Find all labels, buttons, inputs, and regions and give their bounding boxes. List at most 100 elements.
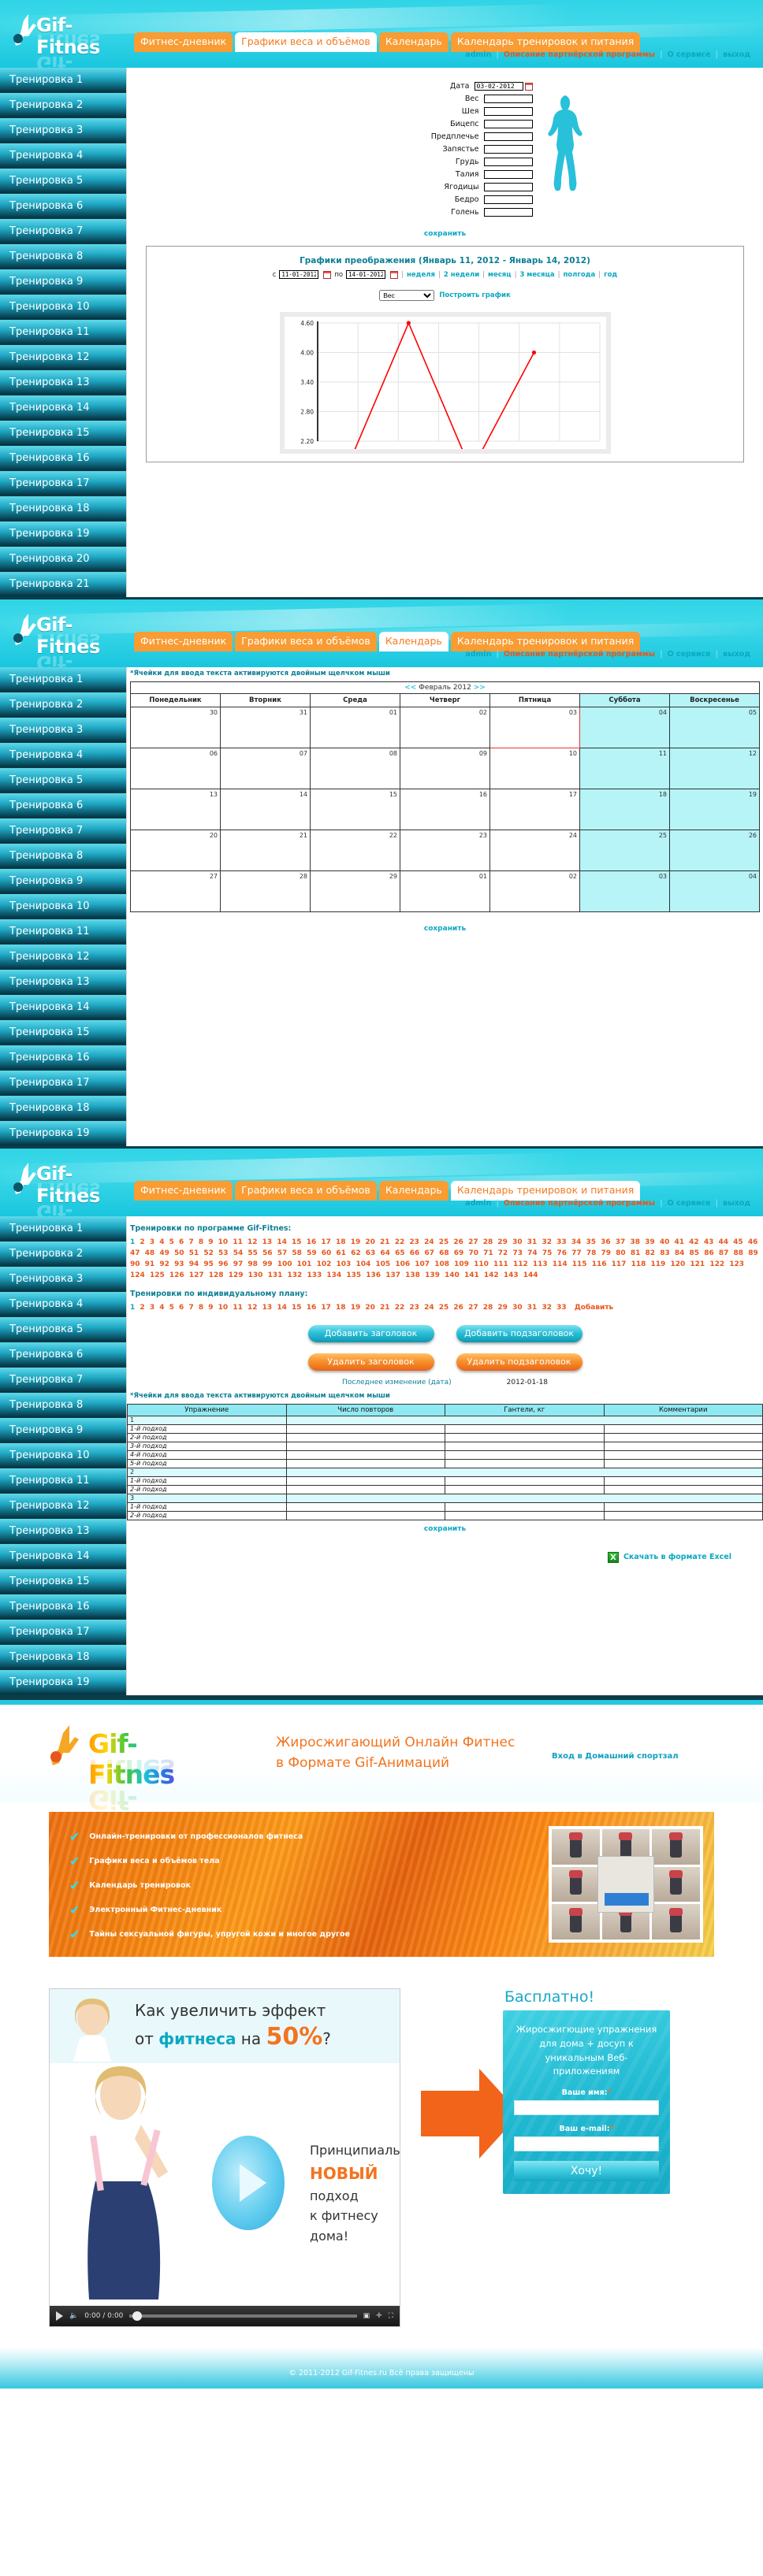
exercise-cell[interactable] bbox=[285, 1449, 445, 1460]
training-number-20[interactable]: 20 bbox=[365, 1304, 375, 1312]
exercise-set-label[interactable]: 2-й подход bbox=[127, 1510, 287, 1520]
calendar-day-cell[interactable]: 04 bbox=[579, 707, 670, 748]
sidebar-item-training-8[interactable]: Тренировка 8 bbox=[0, 244, 126, 269]
table-row[interactable]: 1-й подход bbox=[127, 1475, 763, 1486]
training-number-62[interactable]: 62 bbox=[351, 1249, 361, 1257]
tab-calendar[interactable]: Календарь bbox=[378, 632, 448, 651]
calendar-day-cell[interactable]: 15 bbox=[310, 789, 400, 830]
exercise-set-label[interactable]: 4-й подход bbox=[127, 1449, 287, 1460]
training-number-31[interactable]: 31 bbox=[527, 1238, 538, 1246]
exercise-cell[interactable] bbox=[603, 1475, 763, 1486]
training-number-70[interactable]: 70 bbox=[468, 1249, 478, 1257]
table-row[interactable]: 2-й подход bbox=[127, 1484, 763, 1494]
training-number-96[interactable]: 96 bbox=[218, 1260, 229, 1268]
training-number-84[interactable]: 84 bbox=[675, 1249, 685, 1257]
training-number-103[interactable]: 103 bbox=[337, 1260, 352, 1268]
next-month-arrow[interactable]: >> bbox=[474, 684, 486, 692]
tab-weight-charts[interactable]: Графики веса и объёмов bbox=[235, 632, 377, 651]
training-number-25[interactable]: 25 bbox=[439, 1238, 449, 1246]
training-number-109[interactable]: 109 bbox=[454, 1260, 469, 1268]
training-number-24[interactable]: 24 bbox=[424, 1304, 434, 1312]
sidebar-item-training-6[interactable]: Тренировка 6 bbox=[0, 194, 126, 219]
training-number-23[interactable]: 23 bbox=[409, 1304, 419, 1312]
training-number-64[interactable]: 64 bbox=[380, 1249, 390, 1257]
training-number-116[interactable]: 116 bbox=[592, 1260, 607, 1268]
exercise-cell[interactable] bbox=[285, 1475, 445, 1486]
training-number-14[interactable]: 14 bbox=[277, 1304, 287, 1312]
plus-icon[interactable]: ✛ bbox=[376, 2312, 382, 2320]
tab-fitness-diary[interactable]: Фитнес-дневник bbox=[134, 1181, 233, 1201]
training-number-28[interactable]: 28 bbox=[483, 1238, 493, 1246]
training-number-10[interactable]: 10 bbox=[218, 1304, 229, 1312]
app-logo-1[interactable]: Gif-Fitnes Gif-Fitnes bbox=[11, 9, 129, 68]
sidebar-item-training-18[interactable]: Тренировка 18 bbox=[0, 496, 126, 522]
training-number-56[interactable]: 56 bbox=[262, 1249, 273, 1257]
app-logo-2[interactable]: Gif-Fitnes Gif-Fitnes bbox=[11, 609, 129, 667]
training-number-42[interactable]: 42 bbox=[689, 1238, 699, 1246]
calendar-day-cell[interactable]: 06 bbox=[130, 748, 221, 789]
measure-input-7[interactable] bbox=[483, 170, 533, 179]
sidebar-item-training-14[interactable]: Тренировка 14 bbox=[0, 995, 126, 1020]
sidebar-item-training-6[interactable]: Тренировка 6 bbox=[0, 793, 126, 818]
training-number-144[interactable]: 144 bbox=[523, 1271, 538, 1279]
sidebar-item-training-16[interactable]: Тренировка 16 bbox=[0, 1045, 126, 1071]
calendar-day-cell[interactable]: 02 bbox=[400, 707, 490, 748]
training-number-139[interactable]: 139 bbox=[425, 1271, 440, 1279]
training-number-5[interactable]: 5 bbox=[169, 1238, 174, 1246]
training-number-113[interactable]: 113 bbox=[533, 1260, 548, 1268]
training-number-37[interactable]: 37 bbox=[616, 1238, 626, 1246]
training-number-108[interactable]: 108 bbox=[434, 1260, 449, 1268]
training-number-138[interactable]: 138 bbox=[405, 1271, 420, 1279]
exercise-group-blank[interactable] bbox=[285, 1493, 763, 1503]
training-number-77[interactable]: 77 bbox=[571, 1249, 582, 1257]
calendar-icon[interactable] bbox=[524, 82, 533, 91]
training-number-11[interactable]: 11 bbox=[233, 1238, 243, 1246]
measure-input-4[interactable] bbox=[483, 132, 533, 141]
save-training-link[interactable]: сохранить bbox=[127, 1525, 763, 1533]
sidebar-item-training-8[interactable]: Тренировка 8 bbox=[0, 1393, 126, 1418]
training-number-20[interactable]: 20 bbox=[365, 1238, 375, 1246]
training-number-111[interactable]: 111 bbox=[493, 1260, 508, 1268]
sidebar-item-training-18[interactable]: Тренировка 18 bbox=[0, 1645, 126, 1670]
tab-training-nutrition-calendar[interactable]: Календарь тренировок и питания bbox=[450, 1181, 641, 1201]
training-number-32[interactable]: 32 bbox=[542, 1304, 552, 1312]
training-number-79[interactable]: 79 bbox=[601, 1249, 612, 1257]
training-number-10[interactable]: 10 bbox=[218, 1238, 229, 1246]
training-number-69[interactable]: 69 bbox=[454, 1249, 464, 1257]
table-row[interactable]: 1-й подход bbox=[127, 1501, 763, 1512]
calendar-day-cell[interactable]: 21 bbox=[220, 830, 311, 871]
calendar-day-cell[interactable]: 19 bbox=[669, 789, 760, 830]
training-number-104[interactable]: 104 bbox=[355, 1260, 370, 1268]
exercise-cell[interactable] bbox=[285, 1510, 445, 1520]
popout-icon[interactable]: ▣ bbox=[363, 2312, 370, 2320]
exercise-cell[interactable] bbox=[445, 1423, 605, 1434]
video-progress-bar[interactable] bbox=[129, 2311, 357, 2321]
exercise-set-label[interactable]: 5-й подход bbox=[127, 1458, 287, 1468]
training-number-2[interactable]: 2 bbox=[140, 1238, 144, 1246]
training-number-134[interactable]: 134 bbox=[326, 1271, 341, 1279]
sidebar-item-training-9[interactable]: Тренировка 9 bbox=[0, 269, 126, 295]
landing-login-link[interactable]: Вход в Домашний спортзал bbox=[552, 1752, 679, 1761]
build-chart-link[interactable]: Построить график bbox=[439, 291, 510, 299]
training-number-63[interactable]: 63 bbox=[366, 1249, 376, 1257]
training-number-66[interactable]: 66 bbox=[410, 1249, 420, 1257]
training-number-43[interactable]: 43 bbox=[704, 1238, 714, 1246]
measure-input-5[interactable] bbox=[483, 145, 533, 154]
table-row[interactable]: 3-й подход bbox=[127, 1441, 763, 1451]
training-number-55[interactable]: 55 bbox=[248, 1249, 258, 1257]
training-number-30[interactable]: 30 bbox=[512, 1238, 523, 1246]
training-number-33[interactable]: 33 bbox=[556, 1238, 567, 1246]
training-number-101[interactable]: 101 bbox=[297, 1260, 312, 1268]
training-number-31[interactable]: 31 bbox=[527, 1304, 538, 1312]
fullscreen-icon[interactable]: ⛶ bbox=[389, 2312, 393, 2320]
training-number-107[interactable]: 107 bbox=[415, 1260, 430, 1268]
training-number-131[interactable]: 131 bbox=[268, 1271, 283, 1279]
sidebar-item-training-18[interactable]: Тренировка 18 bbox=[0, 1096, 126, 1121]
sidebar-item-training-5[interactable]: Тренировка 5 bbox=[0, 1317, 126, 1342]
table-row[interactable]: 2-й подход bbox=[127, 1510, 763, 1520]
preset-year[interactable]: год bbox=[604, 271, 617, 279]
training-number-112[interactable]: 112 bbox=[513, 1260, 528, 1268]
training-number-102[interactable]: 102 bbox=[317, 1260, 332, 1268]
training-number-19[interactable]: 19 bbox=[351, 1304, 361, 1312]
training-number-14[interactable]: 14 bbox=[277, 1238, 287, 1246]
